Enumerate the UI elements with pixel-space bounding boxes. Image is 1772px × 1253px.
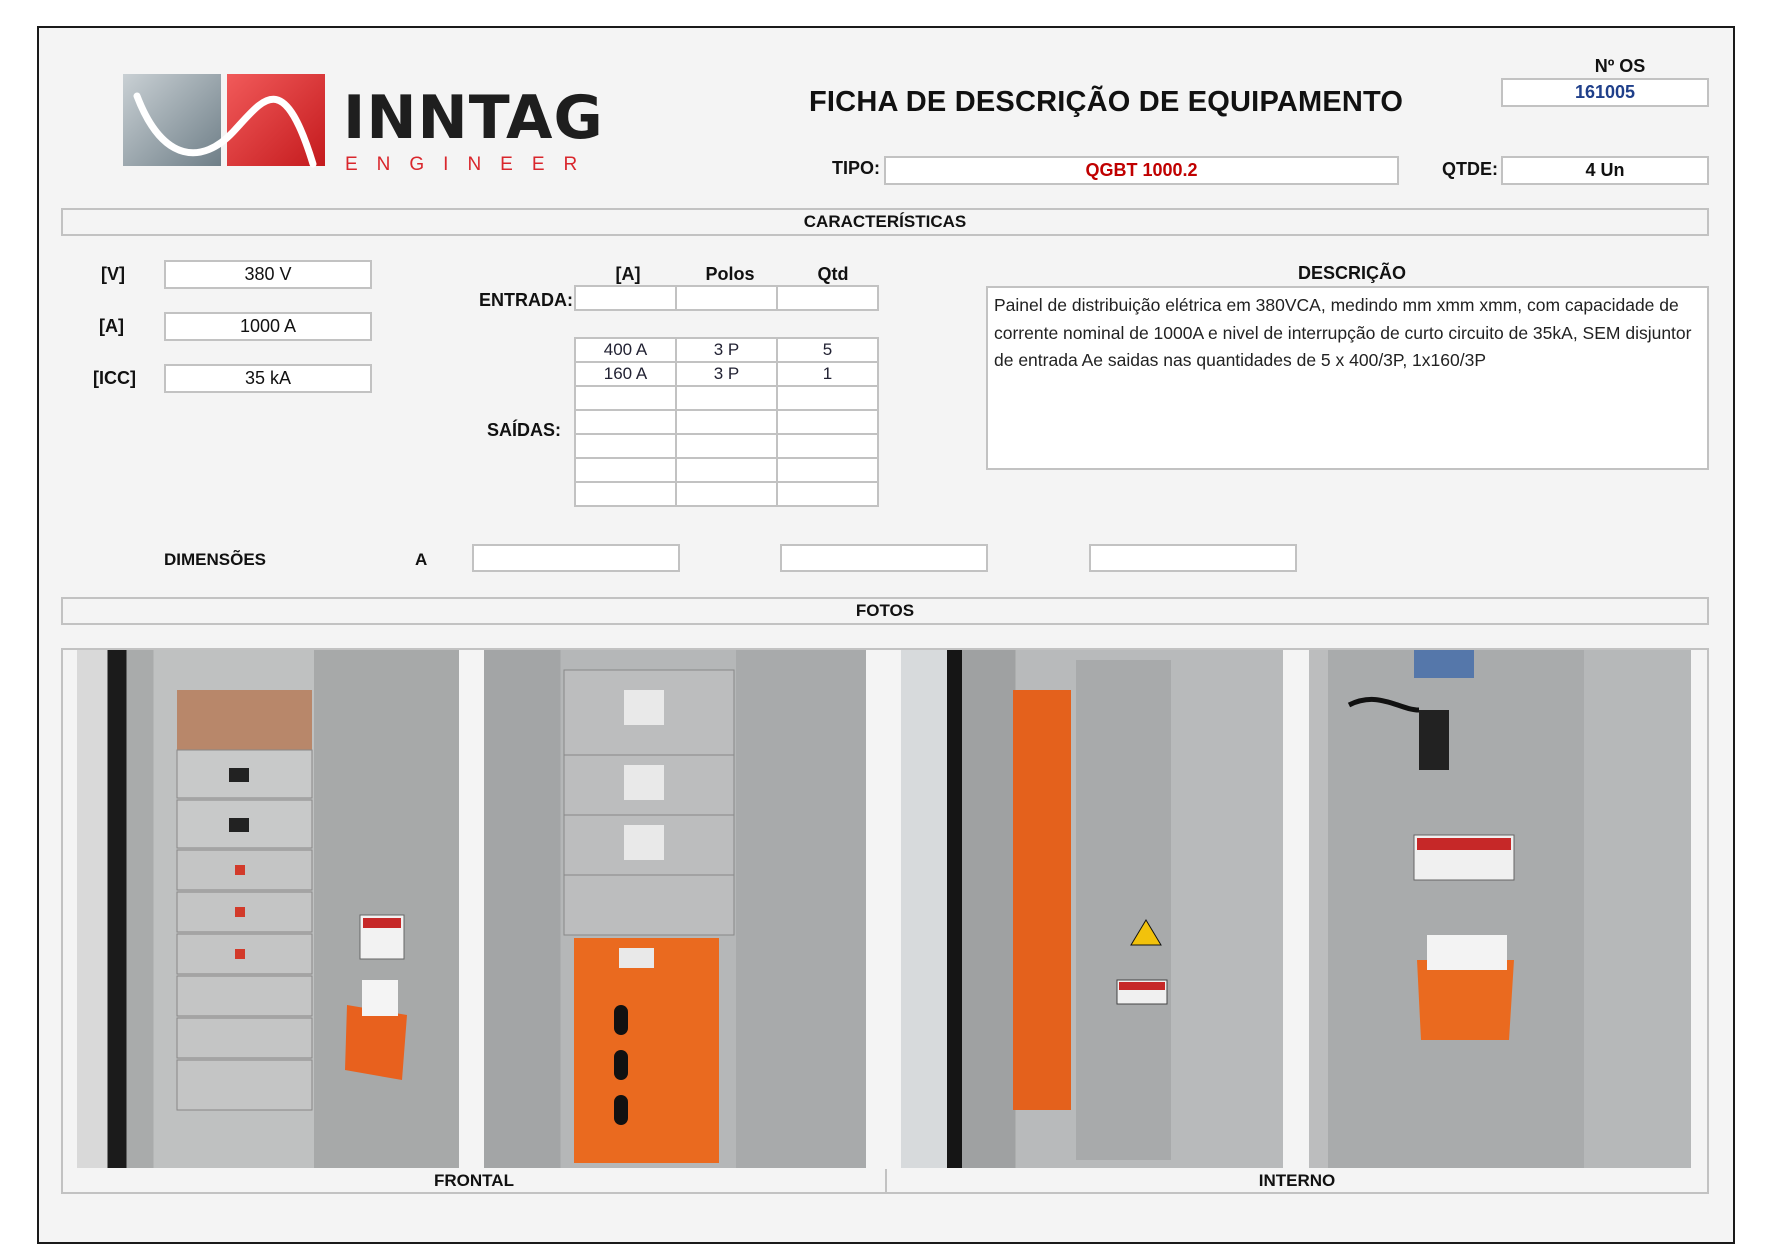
- label-frontal-text: FRONTAL: [434, 1170, 514, 1190]
- label-interno-text: INTERNO: [1258, 1170, 1336, 1190]
- section-caracteristicas-title: CARACTERÍSTICAS: [803, 212, 967, 231]
- label-frontal: FRONTAL: [61, 1169, 887, 1194]
- entrada-qtd-cell[interactable]: [776, 285, 879, 311]
- saida-polos-cell[interactable]: [675, 433, 778, 459]
- column-header-polos: Polos: [705, 264, 755, 284]
- os-number-value: 161005: [1574, 82, 1636, 102]
- table-row: [574, 457, 879, 483]
- qtde-label: QTDE:: [1442, 159, 1498, 179]
- photo-interno-2: [1309, 650, 1691, 1168]
- logo-subtitle: ENGINEER: [345, 154, 597, 175]
- photo-frontal-2: [484, 650, 866, 1168]
- spec-label-icc: [ICC]: [93, 368, 136, 388]
- tipo-label: TIPO:: [832, 158, 880, 178]
- equipment-sheet: INNTAG ENGINEER FICHA DE DESCRIÇÃO DE EQ…: [37, 26, 1735, 1244]
- section-fotos-title: FOTOS: [855, 601, 915, 620]
- logo-sine-wave-icon: [133, 92, 317, 168]
- saida-qtd-cell[interactable]: [776, 457, 879, 483]
- saida-qtd-cell[interactable]: 1: [776, 361, 879, 387]
- tipo-value: QGBT 1000.2: [1085, 160, 1198, 180]
- label-interno: INTERNO: [885, 1169, 1709, 1194]
- entrada-table: [574, 285, 879, 311]
- dimensao-field-2[interactable]: [780, 544, 988, 572]
- table-row: 400 A3 P5: [574, 337, 879, 363]
- saida-qtd-cell[interactable]: [776, 481, 879, 507]
- os-label: Nº OS: [1594, 56, 1646, 76]
- saida-polos-cell[interactable]: [675, 481, 778, 507]
- saida-amperes-cell[interactable]: 160 A: [574, 361, 677, 387]
- column-header-amperes: [A]: [615, 264, 641, 284]
- entrada-row: [574, 285, 879, 311]
- saidas-table: 400 A3 P5 160 A3 P1: [574, 337, 879, 507]
- saida-qtd-cell[interactable]: 5: [776, 337, 879, 363]
- saida-polos-cell[interactable]: [675, 409, 778, 435]
- saida-amperes-cell[interactable]: [574, 385, 677, 411]
- descricao-textarea[interactable]: Painel de distribuição elétrica em 380VC…: [986, 286, 1709, 470]
- saida-amperes-cell[interactable]: 400 A: [574, 337, 677, 363]
- tipo-field[interactable]: QGBT 1000.2: [884, 156, 1399, 185]
- photo-frontal-1: [77, 650, 459, 1168]
- spec-icc-value: 35 kA: [244, 368, 292, 388]
- saida-amperes-cell[interactable]: [574, 409, 677, 435]
- table-row: [574, 409, 879, 435]
- saida-qtd-cell[interactable]: [776, 433, 879, 459]
- spec-current-value: 1000 A: [239, 316, 297, 336]
- saidas-label: SAÍDAS:: [487, 420, 562, 440]
- saida-polos-cell[interactable]: [675, 457, 778, 483]
- saida-polos-cell[interactable]: 3 P: [675, 337, 778, 363]
- dimensoes-label: DIMENSÕES: [164, 550, 267, 569]
- busbar-orange-icon: [1013, 660, 1171, 1160]
- saida-polos-cell[interactable]: [675, 385, 778, 411]
- cabinet-illustration-icon: [176, 690, 407, 1111]
- cabinet-orange-plate-icon: [563, 669, 735, 1163]
- entrada-amperes-cell[interactable]: [574, 285, 677, 311]
- company-logo: INNTAG ENGINEER: [123, 74, 603, 184]
- page-title: FICHA DE DESCRIÇÃO DE EQUIPAMENTO: [809, 86, 1404, 118]
- photo-interno-1: [901, 650, 1283, 1168]
- entrada-label: ENTRADA:: [479, 290, 573, 310]
- spec-label-voltage: [V]: [101, 264, 125, 284]
- table-row: [574, 433, 879, 459]
- spec-label-current: [A]: [99, 316, 124, 336]
- spec-icc-field[interactable]: 35 kA: [164, 364, 372, 393]
- section-fotos: FOTOS: [61, 597, 1709, 625]
- dimensao-field-1[interactable]: [472, 544, 680, 572]
- spec-voltage-value: 380 V: [244, 264, 292, 284]
- table-row: [574, 385, 879, 411]
- logo-brand: INNTAG: [343, 83, 604, 153]
- os-number-field[interactable]: 161005: [1501, 78, 1709, 107]
- dimensoes-a-label: A: [415, 550, 428, 569]
- door-document-holder-icon: [1347, 650, 1515, 1040]
- dimensao-field-3[interactable]: [1089, 544, 1297, 572]
- saida-amperes-cell[interactable]: [574, 457, 677, 483]
- column-header-qtd: Qtd: [817, 264, 849, 284]
- descricao-label: DESCRIÇÃO: [1298, 263, 1407, 283]
- saida-qtd-cell[interactable]: [776, 409, 879, 435]
- section-caracteristicas: CARACTERÍSTICAS: [61, 208, 1709, 236]
- spec-voltage-field[interactable]: 380 V: [164, 260, 372, 289]
- qtde-field[interactable]: 4 Un: [1501, 156, 1709, 185]
- saida-qtd-cell[interactable]: [776, 385, 879, 411]
- entrada-polos-cell[interactable]: [675, 285, 778, 311]
- saida-amperes-cell[interactable]: [574, 433, 677, 459]
- qtde-value: 4 Un: [1585, 160, 1625, 180]
- saida-polos-cell[interactable]: 3 P: [675, 361, 778, 387]
- table-row: 160 A3 P1: [574, 361, 879, 387]
- saida-amperes-cell[interactable]: [574, 481, 677, 507]
- table-row: [574, 481, 879, 507]
- spec-current-field[interactable]: 1000 A: [164, 312, 372, 341]
